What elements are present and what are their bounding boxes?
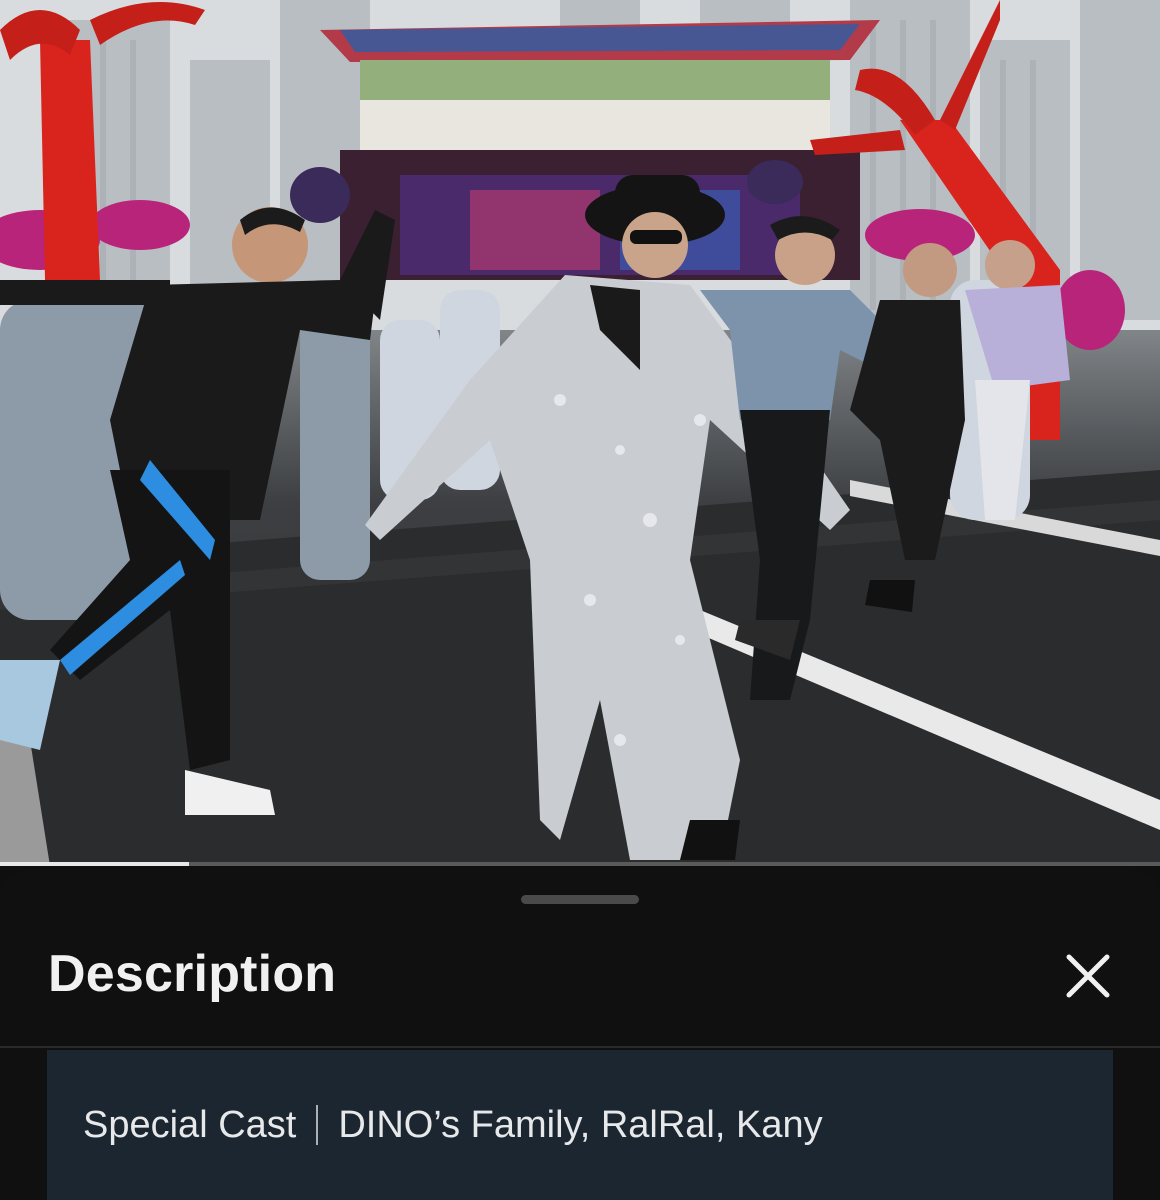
close-button[interactable] <box>1058 946 1118 1006</box>
video-progress-fill <box>0 862 190 866</box>
credit-line: Special Cast DINO’s Family, RalRal, Kany <box>83 1104 823 1147</box>
credit-separator <box>316 1105 319 1145</box>
sheet-divider <box>0 1046 1160 1048</box>
video-progress-bar[interactable] <box>0 862 1160 866</box>
close-icon <box>1066 954 1110 998</box>
description-content: Special Cast DINO’s Family, RalRal, Kany <box>47 1050 1113 1200</box>
credit-value: DINO’s Family, RalRal, Kany <box>338 1104 823 1146</box>
description-sheet: Description Special Cast DINO’s Family, R… <box>0 870 1160 1200</box>
sheet-title: Description <box>48 945 337 1003</box>
app-screen: Description Special Cast DINO’s Family, R… <box>0 0 1160 1200</box>
sheet-drag-handle[interactable] <box>521 895 639 904</box>
video-frame-image <box>0 0 1160 866</box>
video-player[interactable] <box>0 0 1160 866</box>
credit-label: Special Cast <box>83 1104 297 1146</box>
